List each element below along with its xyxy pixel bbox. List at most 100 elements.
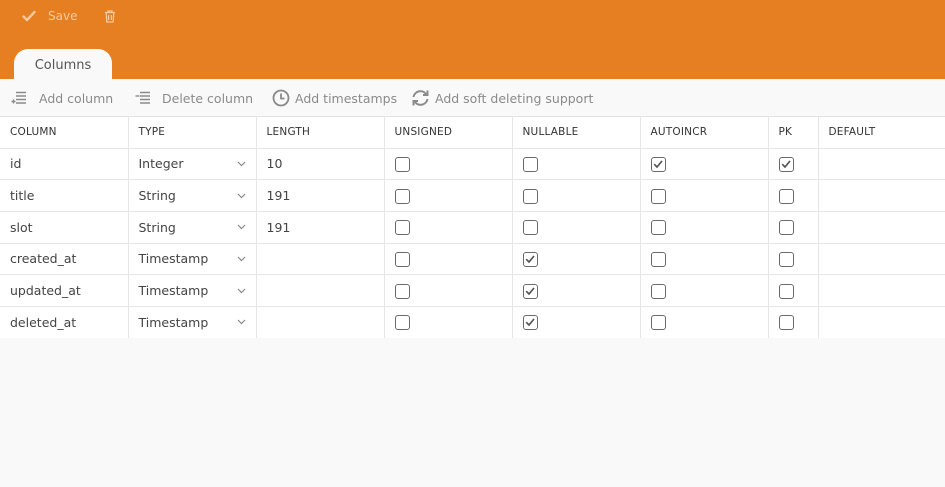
type-select[interactable]: Timestamp xyxy=(128,306,257,339)
pk-checkbox[interactable] xyxy=(778,251,794,267)
type-select[interactable]: String xyxy=(128,211,257,244)
default-cell[interactable] xyxy=(818,148,945,181)
check-icon xyxy=(22,10,36,22)
nullable-checkbox[interactable] xyxy=(522,315,538,331)
autoincr-cell xyxy=(640,243,769,276)
length-cell[interactable]: 191 xyxy=(256,211,385,244)
pk-checkbox[interactable] xyxy=(778,283,794,299)
delete-button[interactable] xyxy=(104,4,116,28)
autoincr-cell xyxy=(640,179,769,212)
length-cell[interactable] xyxy=(256,274,385,307)
type-value: String xyxy=(138,219,176,235)
clock-icon xyxy=(272,89,295,107)
pk-checkbox[interactable] xyxy=(778,315,794,331)
table-header-row: COLUMN TYPE LENGTH UNSIGNED NULLABLE AUT… xyxy=(0,117,945,149)
unsigned-cell xyxy=(384,179,513,212)
unsigned-checkbox[interactable] xyxy=(394,283,410,299)
nullable-cell xyxy=(512,148,641,181)
nullable-cell xyxy=(512,243,641,276)
autoincr-checkbox[interactable] xyxy=(650,156,666,172)
nullable-cell xyxy=(512,211,641,244)
unsigned-checkbox[interactable] xyxy=(394,251,410,267)
type-value: Timestamp xyxy=(138,251,209,267)
default-cell[interactable] xyxy=(818,243,945,276)
column-name-cell[interactable]: created_at xyxy=(0,243,129,276)
header-bar: Save Columns xyxy=(0,0,945,79)
header-type: TYPE xyxy=(128,117,257,149)
add-column-button[interactable]: Add column xyxy=(11,79,113,117)
nullable-checkbox[interactable] xyxy=(522,251,538,267)
column-name-cell[interactable]: slot xyxy=(0,211,129,244)
trash-icon xyxy=(104,9,116,23)
autoincr-cell xyxy=(640,306,769,339)
add-column-icon xyxy=(11,90,39,106)
pk-checkbox[interactable] xyxy=(778,220,794,236)
add-timestamps-button[interactable]: Add timestamps xyxy=(272,79,397,117)
length-cell[interactable]: 10 xyxy=(256,148,385,181)
nullable-checkbox[interactable] xyxy=(522,188,538,204)
default-cell[interactable] xyxy=(818,211,945,244)
unsigned-cell xyxy=(384,243,513,276)
add-timestamps-label: Add timestamps xyxy=(295,90,398,106)
tab-columns-label: Columns xyxy=(34,58,92,73)
empty-area xyxy=(0,338,945,487)
pk-cell xyxy=(768,148,819,181)
table-row: id Integer 10 xyxy=(0,148,945,181)
unsigned-checkbox[interactable] xyxy=(394,315,410,331)
table-row: slot String 191 xyxy=(0,211,945,244)
delete-column-label: Delete column xyxy=(162,90,254,106)
length-cell[interactable] xyxy=(256,306,385,339)
column-name-cell[interactable]: updated_at xyxy=(0,274,129,307)
header-length: LENGTH xyxy=(256,117,385,149)
type-value: Timestamp xyxy=(138,283,209,299)
type-select[interactable]: Timestamp xyxy=(128,274,257,307)
tab-columns[interactable]: Columns xyxy=(14,49,112,79)
autoincr-cell xyxy=(640,148,769,181)
nullable-cell xyxy=(512,306,641,339)
table-row: deleted_at Timestamp xyxy=(0,306,945,339)
pk-cell xyxy=(768,274,819,307)
refresh-icon xyxy=(411,89,435,107)
add-soft-deleting-button[interactable]: Add soft deleting support xyxy=(411,79,593,117)
nullable-cell xyxy=(512,179,641,212)
type-select[interactable]: String xyxy=(128,179,257,212)
autoincr-checkbox[interactable] xyxy=(650,220,666,236)
delete-column-icon xyxy=(135,90,162,106)
type-value: Timestamp xyxy=(138,314,209,330)
header-column: COLUMN xyxy=(0,117,129,149)
autoincr-checkbox[interactable] xyxy=(650,188,666,204)
nullable-cell xyxy=(512,274,641,307)
add-soft-deleting-label: Add soft deleting support xyxy=(435,90,594,106)
autoincr-checkbox[interactable] xyxy=(650,315,666,331)
default-cell[interactable] xyxy=(818,179,945,212)
autoincr-checkbox[interactable] xyxy=(650,283,666,299)
add-column-label: Add column xyxy=(39,90,114,106)
length-cell[interactable] xyxy=(256,243,385,276)
pk-cell xyxy=(768,211,819,244)
unsigned-checkbox[interactable] xyxy=(394,220,410,236)
save-button[interactable]: Save xyxy=(22,4,77,28)
pk-cell xyxy=(768,243,819,276)
column-name-cell[interactable]: deleted_at xyxy=(0,306,129,339)
type-value: Integer xyxy=(138,156,184,172)
pk-checkbox[interactable] xyxy=(778,188,794,204)
unsigned-checkbox[interactable] xyxy=(394,156,410,172)
autoincr-cell xyxy=(640,211,769,244)
default-cell[interactable] xyxy=(818,306,945,339)
unsigned-checkbox[interactable] xyxy=(394,188,410,204)
type-select[interactable]: Integer xyxy=(128,148,257,181)
default-cell[interactable] xyxy=(818,274,945,307)
unsigned-cell xyxy=(384,306,513,339)
column-name-cell[interactable]: id xyxy=(0,148,129,181)
nullable-checkbox[interactable] xyxy=(522,220,538,236)
delete-column-button[interactable]: Delete column xyxy=(135,79,253,117)
nullable-checkbox[interactable] xyxy=(522,156,538,172)
column-name-cell[interactable]: title xyxy=(0,179,129,212)
autoincr-checkbox[interactable] xyxy=(650,251,666,267)
table-row: title String 191 xyxy=(0,179,945,212)
length-cell[interactable]: 191 xyxy=(256,179,385,212)
type-select[interactable]: Timestamp xyxy=(128,243,257,276)
pk-checkbox[interactable] xyxy=(778,156,794,172)
table-row: updated_at Timestamp xyxy=(0,274,945,307)
nullable-checkbox[interactable] xyxy=(522,283,538,299)
